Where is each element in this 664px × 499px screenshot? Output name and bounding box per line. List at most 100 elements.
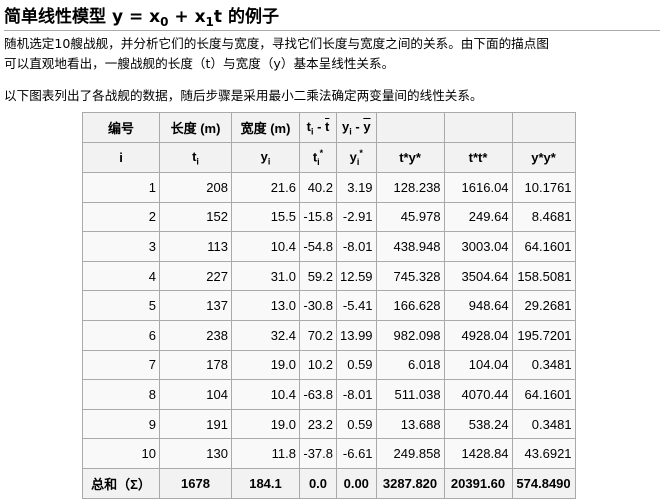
table-cell: 15.5 (231, 201, 300, 233)
table-header-row: 编号 长度 (m) 宽度 (m) ti - t yi - y (82, 112, 576, 143)
table-cell: 166.628 (375, 290, 445, 321)
table-cell: 249.858 (375, 438, 445, 469)
sum-label: 总和（Σ） (82, 467, 160, 499)
sum-cell: 184.1 (231, 467, 300, 499)
intro-paragraph-line2: 可以直观地看出，一艘战舰的长度（t）与宽度（y）基本呈线性关系。 (4, 56, 395, 71)
table-row: 10 130 11.8 -37.8 -6.61 249.858 1428.84 43.6921 (82, 438, 576, 469)
header-width: 宽度 (m) (231, 112, 300, 143)
table-cell: 104.04 (443, 349, 513, 381)
table-cell: 191 (159, 408, 232, 440)
table-intro-paragraph: 以下图表列出了各战舰的数据，随后步骤是采用最小二乘法确定两变量间的线性关系。 (4, 88, 483, 103)
title-text: 简单线性模型 (4, 7, 106, 27)
table-cell: 70.2 (299, 319, 337, 351)
table-cell: -15.8 (299, 201, 337, 233)
table-cell: 64.1601 (511, 379, 576, 410)
table-cell: 13.0 (231, 290, 300, 321)
table-cell: 178 (159, 349, 232, 381)
table-cell: 40.2 (299, 172, 337, 203)
subheader-yi: yi (231, 142, 300, 173)
table-cell: -63.8 (299, 379, 337, 410)
subheader-yi-star: yi* (336, 142, 377, 173)
header-empty-5 (375, 112, 445, 143)
table-sum-row: 总和（Σ） 1678 184.1 0.0 0.00 3287.820 20391.60 574… (82, 467, 576, 499)
table-cell: 1 (82, 172, 160, 203)
table-cell: 104 (159, 379, 232, 410)
table-cell: 43.6921 (511, 438, 576, 469)
table-cell: 64.1601 (511, 231, 576, 262)
sum-cell: 20391.60 (443, 467, 513, 499)
table-cell: -30.8 (299, 290, 337, 321)
table-cell: 511.038 (375, 379, 445, 410)
sum-cell: 0.00 (336, 467, 377, 499)
intro-paragraph-line1: 随机选定10艘战舰，并分析它们的长度与宽度，寻找它们长度与宽度之间的关系。由下面… (4, 36, 549, 51)
header-y-deviation: yi - y (336, 112, 377, 143)
title-divider (4, 30, 660, 31)
title-equation: y = x0 + x1t (112, 7, 223, 29)
table-cell: 23.2 (299, 408, 337, 440)
table-cell: -5.41 (336, 290, 377, 321)
subheader-tt: t*t* (443, 142, 513, 173)
header-empty-6 (443, 112, 513, 143)
subheader-ti: ti (159, 142, 232, 173)
table-cell: 8 (82, 379, 160, 410)
table-cell: 10.4 (231, 231, 300, 262)
table-cell: 195.7201 (511, 319, 576, 351)
table-cell: 6 (82, 319, 160, 351)
table-cell: 3003.04 (443, 231, 513, 262)
table-cell: 227 (159, 260, 232, 292)
table-cell: 10.2 (299, 349, 337, 381)
table-cell: 3 (82, 231, 160, 262)
table-cell: 238 (159, 319, 232, 351)
table-cell: -2.91 (336, 201, 377, 233)
table-row: 6 238 32.4 70.2 13.99 982.098 4928.04 195.7201 (82, 319, 576, 351)
table-cell: 19.0 (231, 408, 300, 440)
battleship-data-table: 编号 长度 (m) 宽度 (m) ti - t yi - y i ti yi t… (82, 112, 576, 499)
sum-cell: 574.8490 (511, 467, 576, 499)
table-cell: 1616.04 (443, 172, 513, 203)
table-cell: 45.978 (375, 201, 445, 233)
table-cell: 1428.84 (443, 438, 513, 469)
table-subheader-row: i ti yi ti* yi* t*y* t*t* y*y* (82, 142, 576, 173)
table-row: 5 137 13.0 -30.8 -5.41 166.628 948.64 29.2681 (82, 290, 576, 321)
table-row: 4 227 31.0 59.2 12.59 745.328 3504.64 158.5081 (82, 260, 576, 292)
table-cell: 208 (159, 172, 232, 203)
subheader-yy: y*y* (511, 142, 576, 173)
table-cell: 19.0 (231, 349, 300, 381)
sum-cell: 3287.820 (375, 467, 445, 499)
header-length: 长度 (m) (159, 112, 232, 143)
table-row: 1 208 21.6 40.2 3.19 128.238 1616.04 10.1761 (82, 172, 576, 203)
table-cell: 13.99 (336, 319, 377, 351)
table-cell: 5 (82, 290, 160, 321)
table-cell: 128.238 (375, 172, 445, 203)
table-cell: 438.948 (375, 231, 445, 262)
table-cell: 4070.44 (443, 379, 513, 410)
table-cell: 130 (159, 438, 232, 469)
header-id: 编号 (82, 112, 160, 143)
table-cell: 7 (82, 349, 160, 381)
table-row: 2 152 15.5 -15.8 -2.91 45.978 249.64 8.4681 (82, 201, 576, 233)
table-row: 9 191 19.0 23.2 0.59 13.688 538.24 0.3481 (82, 408, 576, 440)
table-cell: 32.4 (231, 319, 300, 351)
table-cell: -54.8 (299, 231, 337, 262)
table-cell: -8.01 (336, 231, 377, 262)
table-cell: 158.5081 (511, 260, 576, 292)
header-t-deviation: ti - t (299, 112, 337, 143)
table-cell: -8.01 (336, 379, 377, 410)
subheader-ti-star: ti* (299, 142, 337, 173)
table-cell: 0.3481 (511, 408, 576, 440)
table-row: 7 178 19.0 10.2 0.59 6.018 104.04 0.3481 (82, 349, 576, 381)
table-cell: 31.0 (231, 260, 300, 292)
table-cell: 8.4681 (511, 201, 576, 233)
table-cell: 13.688 (375, 408, 445, 440)
table-cell: 4928.04 (443, 319, 513, 351)
header-empty-7 (511, 112, 576, 143)
sum-cell: 1678 (159, 467, 232, 499)
table-cell: 10 (82, 438, 160, 469)
table-cell: 137 (159, 290, 232, 321)
table-cell: 10.4 (231, 379, 300, 410)
page-title: 简单线性模型 y = x0 + x1t 的例子 (4, 7, 279, 29)
table-cell: 9 (82, 408, 160, 440)
table-cell: 538.24 (443, 408, 513, 440)
table-cell: 0.59 (336, 349, 377, 381)
table-body: 1 208 21.6 40.2 3.19 128.238 1616.04 10.1761 2 15… (82, 172, 576, 469)
